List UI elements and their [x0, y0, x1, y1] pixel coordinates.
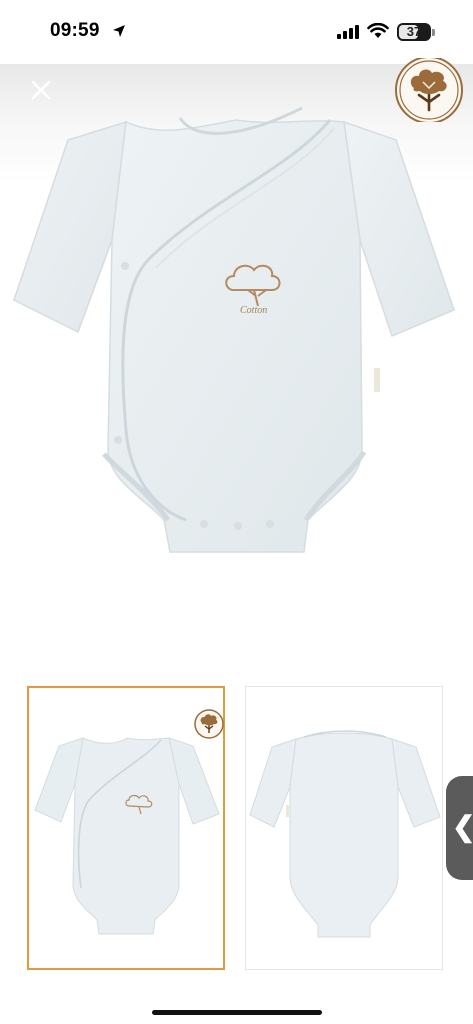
location-arrow-icon: [113, 25, 125, 37]
cotton-print-text: Cotton: [240, 305, 267, 316]
cellular-signal-icon: [337, 25, 359, 39]
side-panel-handle[interactable]: ❮: [446, 776, 473, 880]
wifi-icon: [367, 23, 389, 38]
status-bar: 09:59 37: [0, 0, 473, 64]
bodysuit-back-thumbnail: [249, 730, 441, 938]
home-indicator[interactable]: [152, 1010, 322, 1015]
battery-cap: [432, 29, 435, 36]
battery-percent: 37: [406, 24, 422, 39]
chevron-left-icon: ❮: [452, 812, 473, 842]
status-time: 09:59: [50, 20, 100, 41]
cotton-plant-logo-small: [194, 709, 224, 739]
thumbnail-back[interactable]: [245, 686, 443, 970]
bodysuit-front-image: Cotton: [13, 106, 455, 553]
battery-icon: 37: [397, 23, 431, 41]
